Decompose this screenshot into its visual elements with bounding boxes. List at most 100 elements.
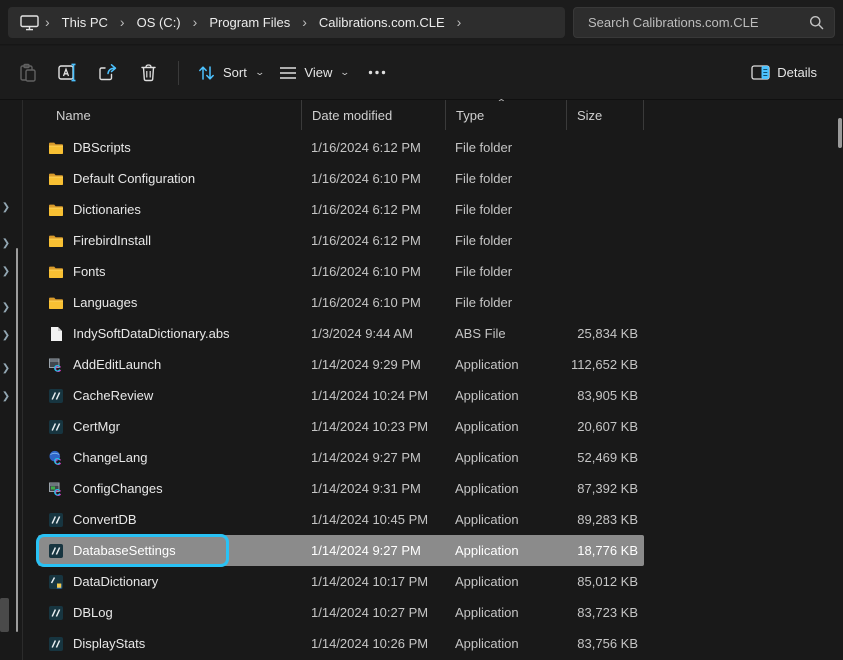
folder-icon — [48, 171, 64, 187]
breadcrumb-chevron-icon: › — [189, 14, 202, 30]
file-size: 83,905 KB — [566, 388, 644, 403]
rename-button[interactable] — [48, 55, 88, 91]
file-row[interactable]: Fonts 1/16/2024 6:10 PM File folder — [38, 256, 644, 287]
file-row[interactable]: CC ConfigChanges 1/14/2024 9:31 PM Appli… — [38, 473, 644, 504]
app-slash-icon — [48, 543, 64, 559]
breadcrumb-chevron-icon: › — [453, 14, 466, 30]
tree-expand-icon[interactable]: ❯ — [0, 390, 12, 404]
search-icon[interactable] — [809, 15, 824, 30]
file-row[interactable]: Default Configuration 1/16/2024 6:10 PM … — [38, 163, 644, 194]
folder-icon — [48, 295, 64, 311]
file-date-modified: 1/14/2024 10:27 PM — [301, 605, 445, 620]
column-header-date-modified[interactable]: Date modified — [301, 100, 445, 130]
file-size: 83,723 KB — [566, 605, 644, 620]
paste-button[interactable] — [8, 55, 48, 91]
see-more-button[interactable] — [357, 55, 397, 91]
nav-pane-horizontal-scrollbar[interactable] — [0, 598, 9, 632]
file-name: Dictionaries — [73, 202, 141, 217]
file-row[interactable]: DisplayStats 1/14/2024 10:26 PM Applicat… — [38, 628, 644, 659]
nav-pane-scrollbar[interactable] — [16, 248, 18, 632]
view-button[interactable]: View ⌄ — [271, 55, 357, 91]
file-date-modified: 1/16/2024 6:12 PM — [301, 140, 445, 155]
file-list-area: Name Date modified ⌃ Type Size DBScripts… — [24, 100, 843, 660]
file-name: ChangeLang — [73, 450, 147, 465]
rename-icon — [58, 63, 78, 82]
file-date-modified: 1/14/2024 10:45 PM — [301, 512, 445, 527]
tree-expand-icon[interactable]: ❯ — [0, 201, 12, 215]
folder-icon — [48, 264, 64, 280]
file-type: File folder — [445, 264, 566, 279]
file-date-modified: 1/3/2024 9:44 AM — [301, 326, 445, 341]
file-name: FirebirdInstall — [73, 233, 151, 248]
file-row[interactable]: ConvertDB 1/14/2024 10:45 PM Application… — [38, 504, 644, 535]
file-name: DBLog — [73, 605, 113, 620]
file-date-modified: 1/14/2024 10:17 PM — [301, 574, 445, 589]
file-row[interactable]: CacheReview 1/14/2024 10:24 PM Applicati… — [38, 380, 644, 411]
file-row[interactable]: FirebirdInstall 1/16/2024 6:12 PM File f… — [38, 225, 644, 256]
details-pane-icon — [751, 65, 770, 80]
file-row[interactable]: DBScripts 1/16/2024 6:12 PM File folder — [38, 132, 644, 163]
vertical-scrollbar[interactable] — [838, 118, 842, 148]
file-name: Languages — [73, 295, 137, 310]
file-row[interactable]: IndySoftDataDictionary.abs 1/3/2024 9:44… — [38, 318, 644, 349]
breadcrumb[interactable]: › This PC › OS (C:) › Program Files › Ca… — [8, 7, 565, 38]
folder-icon — [48, 140, 64, 156]
file-row[interactable]: Languages 1/16/2024 6:10 PM File folder — [38, 287, 644, 318]
tree-expand-icon[interactable]: ❯ — [0, 265, 12, 279]
file-name: DisplayStats — [73, 636, 145, 651]
tree-expand-icon[interactable]: ❯ — [0, 362, 12, 376]
file-row[interactable]: CC ChangeLang 1/14/2024 9:27 PM Applicat… — [38, 442, 644, 473]
file-date-modified: 1/16/2024 6:10 PM — [301, 295, 445, 310]
file-row[interactable]: DatabaseSettings 1/14/2024 9:27 PM Appli… — [38, 535, 644, 566]
sort-button[interactable]: Sort ⌄ — [189, 55, 271, 91]
app-form-green-icon: CC — [48, 481, 64, 497]
breadcrumb-chevron-icon: › — [116, 14, 129, 30]
file-date-modified: 1/14/2024 10:24 PM — [301, 388, 445, 403]
file-size: 87,392 KB — [566, 481, 644, 496]
sort-ascending-icon: ⌃ — [496, 98, 507, 107]
svg-text:C: C — [54, 456, 61, 466]
file-row[interactable]: Dictionaries 1/16/2024 6:12 PM File fold… — [38, 194, 644, 225]
svg-text:C: C — [54, 363, 61, 373]
this-pc-icon — [20, 15, 39, 31]
breadcrumb-current-folder[interactable]: Calibrations.com.CLE — [311, 15, 453, 30]
details-button[interactable]: Details — [743, 55, 825, 91]
file-date-modified: 1/14/2024 9:31 PM — [301, 481, 445, 496]
delete-icon — [140, 63, 157, 82]
share-icon — [98, 63, 118, 82]
sort-icon — [197, 64, 216, 82]
delete-button[interactable] — [128, 55, 168, 91]
breadcrumb-this-pc[interactable]: This PC — [54, 15, 116, 30]
tree-expand-icon[interactable]: ❯ — [0, 237, 12, 251]
app-slash-icon — [48, 388, 64, 404]
file-date-modified: 1/14/2024 9:27 PM — [301, 543, 445, 558]
app-slash-icon — [48, 419, 64, 435]
sort-label: Sort — [223, 65, 247, 80]
file-type: File folder — [445, 233, 566, 248]
file-list: DBScripts 1/16/2024 6:12 PM File folder … — [24, 132, 843, 659]
search-box[interactable] — [573, 7, 835, 38]
folder-icon — [48, 233, 64, 249]
tree-expand-icon[interactable]: ❯ — [0, 301, 12, 315]
column-header-type[interactable]: ⌃ Type — [445, 100, 566, 130]
file-size: 112,652 KB — [566, 357, 644, 372]
share-button[interactable] — [88, 55, 128, 91]
tree-expand-icon[interactable]: ❯ — [0, 329, 12, 343]
file-row[interactable]: CertMgr 1/14/2024 10:23 PM Application 2… — [38, 411, 644, 442]
column-header-size[interactable]: Size — [566, 100, 644, 130]
file-type: Application — [445, 574, 566, 589]
file-row[interactable]: DBLog 1/14/2024 10:27 PM Application 83,… — [38, 597, 644, 628]
file-type: Application — [445, 450, 566, 465]
paste-icon — [19, 63, 37, 83]
file-name: DatabaseSettings — [73, 543, 176, 558]
svg-text:C: C — [54, 487, 61, 497]
column-header-name[interactable]: Name — [38, 100, 301, 130]
breadcrumb-program-files[interactable]: Program Files — [201, 15, 298, 30]
file-row[interactable]: DataDictionary 1/14/2024 10:17 PM Applic… — [38, 566, 644, 597]
file-row[interactable]: CC AddEditLaunch 1/14/2024 9:29 PM Appli… — [38, 349, 644, 380]
search-input[interactable] — [588, 15, 809, 30]
breadcrumb-os-c[interactable]: OS (C:) — [129, 15, 189, 30]
file-name: ConvertDB — [73, 512, 137, 527]
file-size: 85,012 KB — [566, 574, 644, 589]
file-date-modified: 1/16/2024 6:12 PM — [301, 202, 445, 217]
